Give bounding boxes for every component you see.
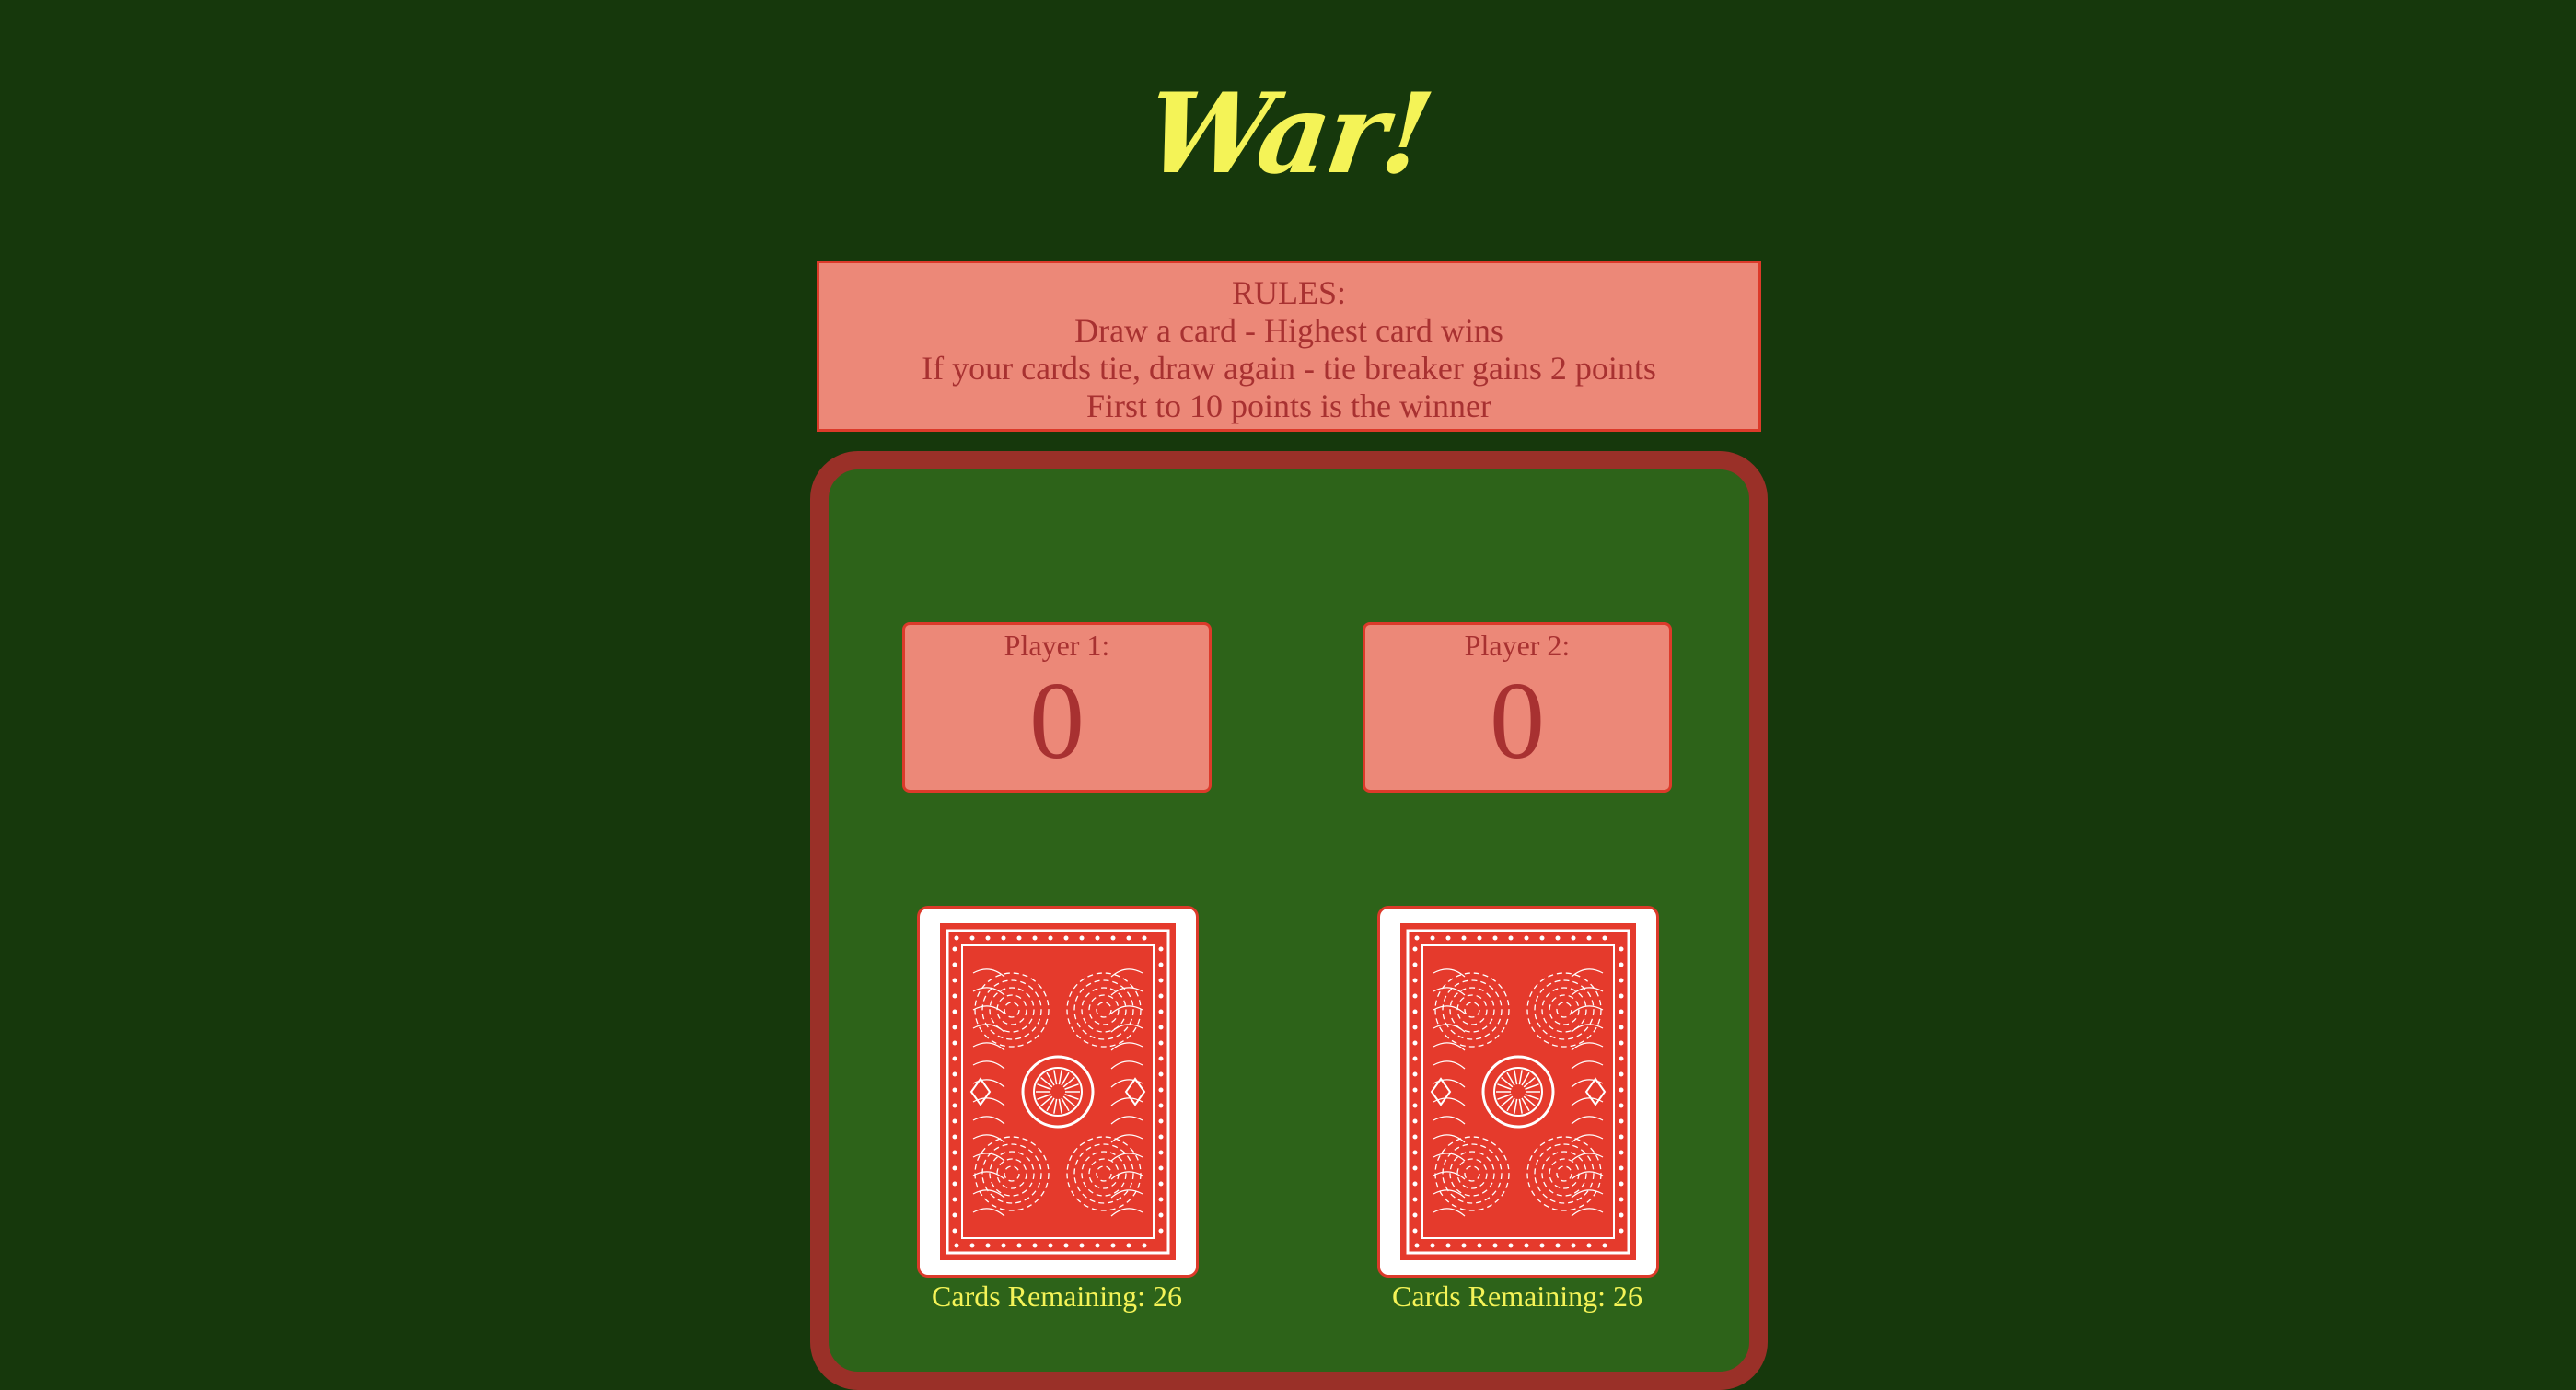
rules-line: Draw a card - Highest card wins (1074, 312, 1503, 349)
card-back-icon (1400, 923, 1636, 1260)
player-2-cards-remaining: Cards Remaining: 26 (1392, 1280, 1642, 1313)
game-table: Player 1: 0 Player 2: 0 Cards Remaining:… (810, 451, 1768, 1390)
player-2-score: 0 (1490, 659, 1545, 782)
rules-line: First to 10 points is the winner (1086, 388, 1491, 424)
player-2-deck[interactable] (1377, 906, 1659, 1278)
player-2-label: Player 2: (1464, 629, 1571, 662)
player-1-cards-remaining: Cards Remaining: 26 (932, 1280, 1182, 1313)
game-title: War! (1138, 69, 1438, 199)
player-1-score-box: Player 1: 0 (902, 622, 1212, 793)
player-1-deck[interactable] (917, 906, 1199, 1278)
rules-heading: RULES: (1231, 274, 1346, 311)
card-back-icon (940, 923, 1176, 1260)
player-1-label: Player 1: (1004, 629, 1110, 662)
player-2-score-box: Player 2: 0 (1363, 622, 1672, 793)
rules-panel: RULES: Draw a card - Highest card wins I… (817, 261, 1761, 432)
rules-line: If your cards tie, draw again - tie brea… (922, 350, 1656, 387)
player-1-score: 0 (1029, 659, 1085, 782)
